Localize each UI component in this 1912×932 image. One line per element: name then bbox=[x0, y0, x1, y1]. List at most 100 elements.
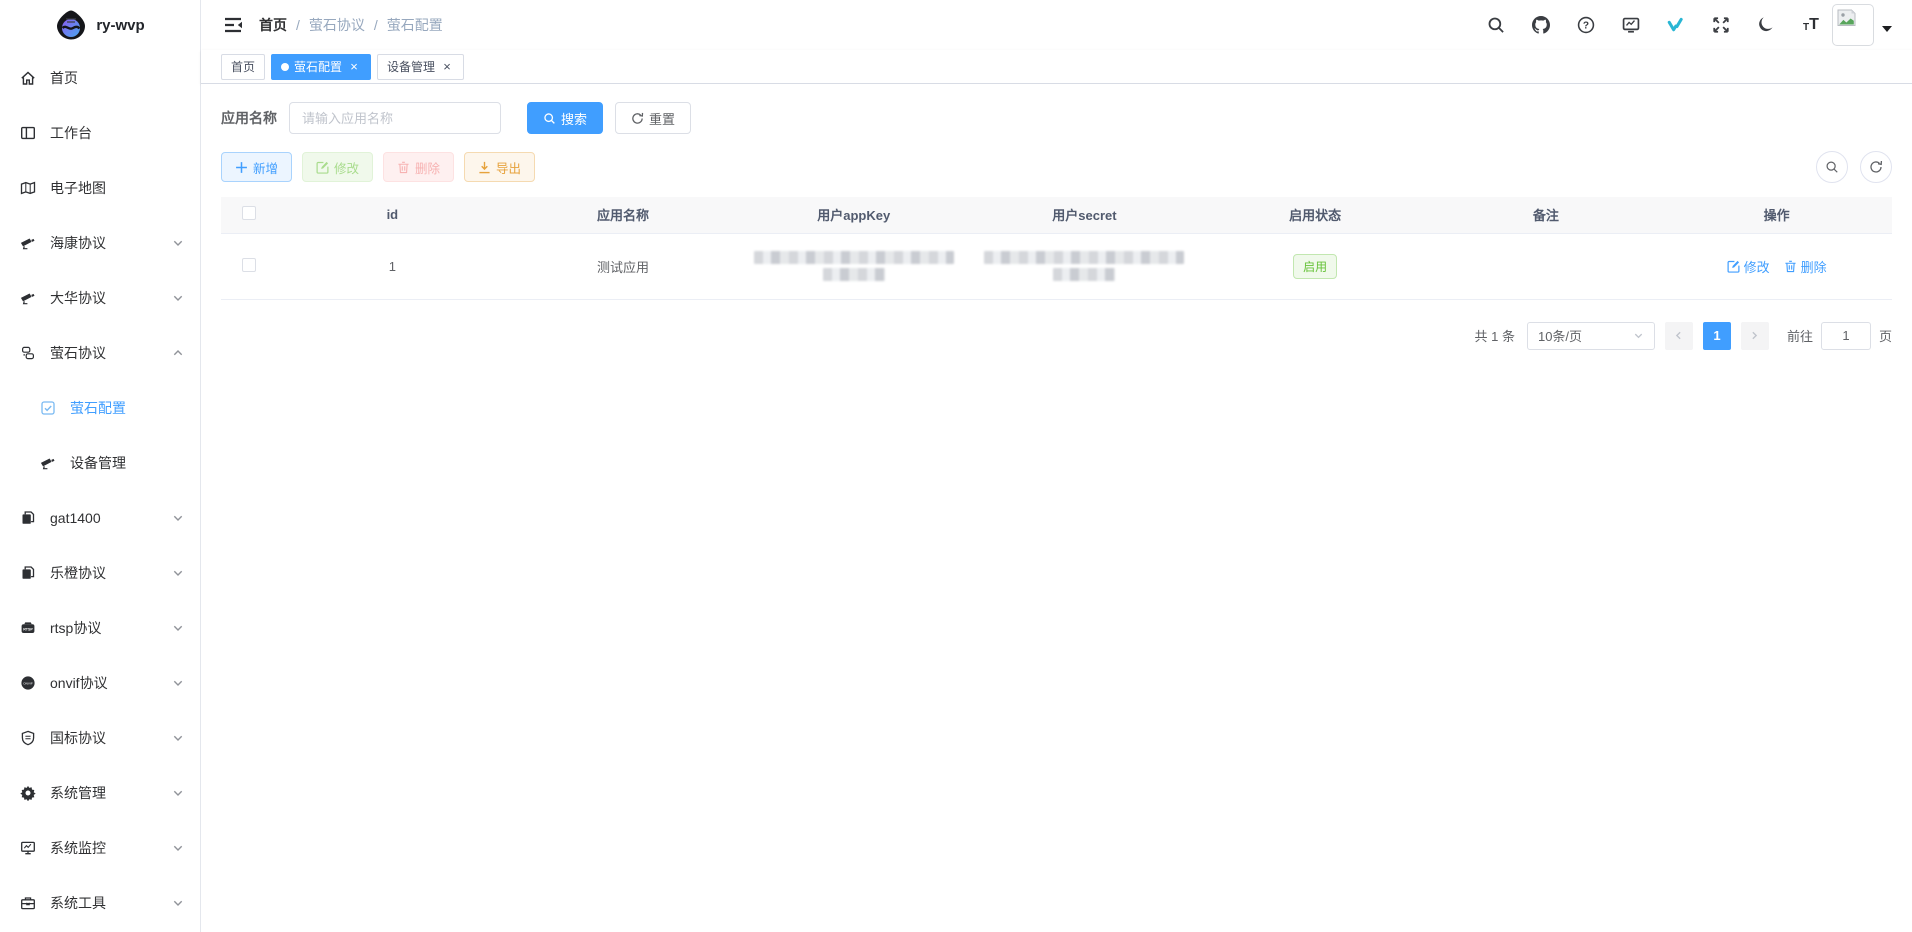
cell-remark bbox=[1430, 233, 1662, 300]
sidebar-item-萤石配置[interactable]: 萤石配置 bbox=[0, 380, 200, 435]
page-number-button[interactable]: 1 bbox=[1702, 321, 1731, 350]
edit-button[interactable]: 修改 bbox=[302, 152, 374, 182]
sidebar-item-label: 设备管理 bbox=[70, 454, 126, 471]
search-icon[interactable] bbox=[1481, 10, 1511, 40]
export-button[interactable]: 导出 bbox=[464, 152, 536, 182]
pagination-total: 共 1 条 bbox=[1474, 329, 1515, 344]
tab-首页[interactable]: 首页 bbox=[221, 53, 266, 80]
edit-icon bbox=[316, 161, 329, 174]
search-button[interactable]: 搜索 bbox=[527, 102, 604, 134]
breadcrumb-item: 萤石配置 bbox=[386, 17, 443, 33]
refresh-table-button[interactable] bbox=[1860, 151, 1892, 183]
sidebar-menu: 首页工作台电子地图海康协议大华协议萤石协议萤石配置设备管理 gat1400 乐橙协议… bbox=[0, 50, 200, 930]
question-icon[interactable]: ? bbox=[1571, 10, 1601, 40]
sidebar-item-label: 萤石协议 bbox=[50, 344, 106, 361]
row-修改-link[interactable]: 修改 bbox=[1727, 257, 1770, 276]
onvif-icon: ONVIF bbox=[20, 675, 36, 691]
search-button-label: 搜索 bbox=[561, 111, 588, 127]
sidebar-item-label: gat1400 bbox=[50, 509, 101, 526]
camera-icon bbox=[20, 290, 36, 306]
goto-page-input[interactable] bbox=[1820, 321, 1871, 350]
add-button[interactable]: 新增 bbox=[221, 152, 293, 182]
close-icon[interactable]: × bbox=[347, 60, 361, 74]
toggle-search-button[interactable] bbox=[1816, 151, 1848, 183]
chevron-down-icon bbox=[172, 842, 184, 854]
sidebar-item-萤石协议[interactable]: 萤石协议 bbox=[0, 325, 200, 380]
app-layout: ry-wvp 首页 工作台 电子地图 海康协议 大华协议 萤石协议 萤石配置 设备管理 gat1… bbox=[0, 0, 1912, 932]
sidebar-item-国标协议[interactable]: 国标协议 bbox=[0, 710, 200, 765]
font-size-icon[interactable]: TT bbox=[1796, 10, 1826, 40]
close-icon[interactable]: × bbox=[440, 60, 454, 74]
chevron-down-icon bbox=[172, 677, 184, 689]
rtsp-icon: RTSP bbox=[20, 620, 36, 636]
row-删除-link[interactable]: 删除 bbox=[1784, 257, 1827, 276]
column-header-备注: 备注 bbox=[1430, 197, 1662, 234]
row-checkbox[interactable] bbox=[242, 257, 256, 272]
active-tag-dot bbox=[281, 62, 290, 71]
sidebar-item-设备管理[interactable]: 设备管理 bbox=[0, 435, 200, 490]
breadcrumb-item[interactable]: 首页 bbox=[259, 15, 287, 35]
gear-icon bbox=[20, 785, 36, 801]
sidebar-item-label: 乐橙协议 bbox=[50, 564, 106, 581]
tab-萤石配置[interactable]: 萤石配置 × bbox=[271, 53, 372, 80]
caret-down-icon[interactable] bbox=[1882, 26, 1892, 32]
sidebar-item-label: 海康协议 bbox=[50, 234, 106, 251]
sidebar-item-系统管理[interactable]: 系统管理 bbox=[0, 765, 200, 820]
search-input[interactable] bbox=[289, 102, 501, 134]
wvp-logo-icon[interactable] bbox=[1661, 10, 1691, 40]
sidebar-item-系统工具[interactable]: 系统工具 bbox=[0, 875, 200, 930]
sidebar-item-label: 萤石配置 bbox=[70, 399, 126, 416]
sidebar-item-onvif协议[interactable]: ONVIF onvif协议 bbox=[0, 655, 200, 710]
copy-icon bbox=[20, 565, 36, 581]
breadcrumb-item[interactable]: 萤石协议 bbox=[309, 15, 365, 35]
refresh-icon bbox=[1870, 160, 1883, 173]
ezviz-icon bbox=[20, 345, 36, 361]
sidebar-item-工作台[interactable]: 工作台 bbox=[0, 105, 200, 160]
trash-icon bbox=[1784, 260, 1797, 273]
dashboard-icon[interactable] bbox=[1616, 10, 1646, 40]
prev-page-button[interactable] bbox=[1664, 321, 1693, 350]
sidebar-collapse-icon[interactable] bbox=[223, 16, 243, 34]
delete-button[interactable]: 删除 bbox=[383, 152, 455, 182]
table-toolbar: 新增 修改 删除 导出 bbox=[221, 151, 1892, 183]
fullscreen-icon[interactable] bbox=[1706, 10, 1736, 40]
sidebar-item-label: onvif协议 bbox=[50, 674, 108, 691]
page-size-select[interactable]: 10条/页 bbox=[1526, 321, 1655, 350]
broken-image-icon bbox=[1837, 9, 1856, 26]
sidebar-item-gat1400[interactable]: gat1400 bbox=[0, 490, 200, 545]
cell-id: 1 bbox=[277, 233, 508, 300]
monitor-icon bbox=[20, 840, 36, 856]
chevron-down-icon bbox=[1633, 330, 1644, 341]
chevron-down-icon bbox=[172, 237, 184, 249]
sidebar-item-乐橙协议[interactable]: 乐橙协议 bbox=[0, 545, 200, 600]
avatar[interactable] bbox=[1832, 4, 1874, 46]
logo[interactable]: ry-wvp bbox=[0, 0, 200, 50]
page-content: 应用名称 搜索 重置 bbox=[201, 84, 1912, 932]
op-label: 修改 bbox=[1743, 259, 1770, 275]
user-menu[interactable] bbox=[1832, 4, 1892, 46]
chevron-right-icon bbox=[1752, 331, 1758, 340]
reset-button[interactable]: 重置 bbox=[615, 102, 692, 134]
status-badge: 启用 bbox=[1293, 253, 1338, 279]
sidebar-item-电子地图[interactable]: 电子地图 bbox=[0, 160, 200, 215]
toolbar-right bbox=[1816, 151, 1892, 183]
tab-label: 首页 bbox=[231, 60, 256, 74]
download-icon bbox=[478, 161, 491, 174]
sidebar-item-系统监控[interactable]: 系统监控 bbox=[0, 820, 200, 875]
page-size-value: 10条/页 bbox=[1537, 329, 1583, 344]
home-icon bbox=[20, 70, 36, 86]
sidebar-item-大华协议[interactable]: 大华协议 bbox=[0, 270, 200, 325]
sidebar-item-海康协议[interactable]: 海康协议 bbox=[0, 215, 200, 270]
camera-icon bbox=[20, 235, 36, 251]
next-page-button[interactable] bbox=[1740, 321, 1769, 350]
sidebar-item-首页[interactable]: 首页 bbox=[0, 50, 200, 105]
sidebar-item-label: 工作台 bbox=[50, 124, 92, 141]
chevron-down-icon bbox=[172, 732, 184, 744]
chevron-down-icon bbox=[172, 622, 184, 634]
sidebar-item-rtsp协议[interactable]: RTSP rtsp协议 bbox=[0, 600, 200, 655]
tab-设备管理[interactable]: 设备管理 × bbox=[377, 53, 465, 80]
github-icon[interactable] bbox=[1526, 10, 1556, 40]
refresh-icon bbox=[631, 112, 644, 125]
select-all-checkbox[interactable] bbox=[242, 206, 256, 221]
moon-icon[interactable] bbox=[1751, 10, 1781, 40]
